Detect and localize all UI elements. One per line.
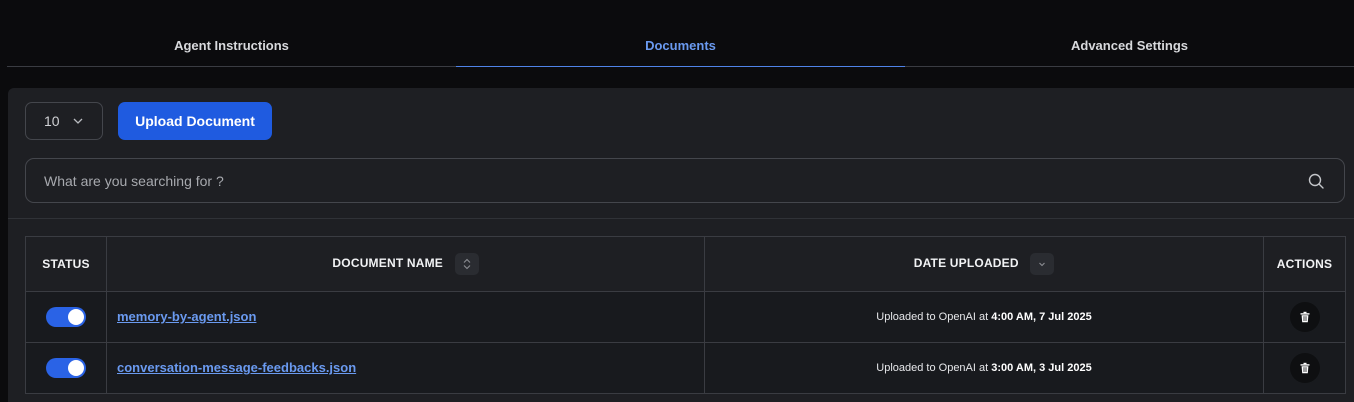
search-input[interactable] xyxy=(26,159,1307,202)
name-cell: conversation-message-feedbacks.json xyxy=(106,342,705,394)
sort-icon[interactable] xyxy=(1030,253,1055,275)
tab-bar: Agent Instructions Documents Advanced Se… xyxy=(7,26,1354,67)
sort-icon[interactable] xyxy=(454,253,479,275)
tab-agent-instructions[interactable]: Agent Instructions xyxy=(7,26,456,66)
date-value: 4:00 AM, 7 Jul 2025 xyxy=(991,311,1092,323)
tab-documents[interactable]: Documents xyxy=(456,26,905,67)
chevron-down-icon xyxy=(73,118,83,124)
date-cell: Uploaded to OpenAI at 4:00 AM, 7 Jul 202… xyxy=(704,291,1264,343)
page-size-value: 10 xyxy=(44,113,60,129)
divider xyxy=(8,218,1354,219)
status-toggle[interactable] xyxy=(46,307,86,327)
header-document-name: DOCUMENT NAME xyxy=(106,236,705,292)
table-row: memory-by-agent.json Uploaded to OpenAI … xyxy=(25,291,1346,343)
trash-icon xyxy=(1300,311,1309,323)
table-row: conversation-message-feedbacks.json Uplo… xyxy=(25,342,1346,394)
delete-button[interactable] xyxy=(1289,353,1320,383)
status-cell xyxy=(25,291,107,343)
delete-button[interactable] xyxy=(1289,302,1320,332)
actions-cell xyxy=(1263,291,1346,343)
actions-cell xyxy=(1263,342,1346,394)
status-cell xyxy=(25,342,107,394)
search-box xyxy=(25,158,1345,203)
trash-icon xyxy=(1300,362,1309,374)
name-cell: memory-by-agent.json xyxy=(106,291,705,343)
header-status: STATUS xyxy=(25,236,107,292)
header-date-uploaded: DATE UPLOADED xyxy=(704,236,1264,292)
header-actions: ACTIONS xyxy=(1263,236,1346,292)
document-link[interactable]: conversation-message-feedbacks.json xyxy=(107,360,356,375)
documents-panel: 10 Upload Document STATUS DOCUMENT NAME xyxy=(8,88,1354,402)
search-icon[interactable] xyxy=(1307,172,1325,190)
upload-document-button[interactable]: Upload Document xyxy=(118,102,272,140)
documents-table: STATUS DOCUMENT NAME DATE UPLOADED ACTIO… xyxy=(25,236,1346,394)
date-prefix: Uploaded to OpenAI at xyxy=(876,362,989,374)
tab-advanced-settings[interactable]: Advanced Settings xyxy=(905,26,1354,66)
date-prefix: Uploaded to OpenAI at xyxy=(876,311,989,323)
document-link[interactable]: memory-by-agent.json xyxy=(107,309,256,324)
page-size-select[interactable]: 10 xyxy=(25,102,103,140)
date-value: 3:00 AM, 3 Jul 2025 xyxy=(991,362,1092,374)
table-header-row: STATUS DOCUMENT NAME DATE UPLOADED ACTIO… xyxy=(25,236,1346,292)
status-toggle[interactable] xyxy=(46,358,86,378)
date-cell: Uploaded to OpenAI at 3:00 AM, 3 Jul 202… xyxy=(704,342,1264,394)
